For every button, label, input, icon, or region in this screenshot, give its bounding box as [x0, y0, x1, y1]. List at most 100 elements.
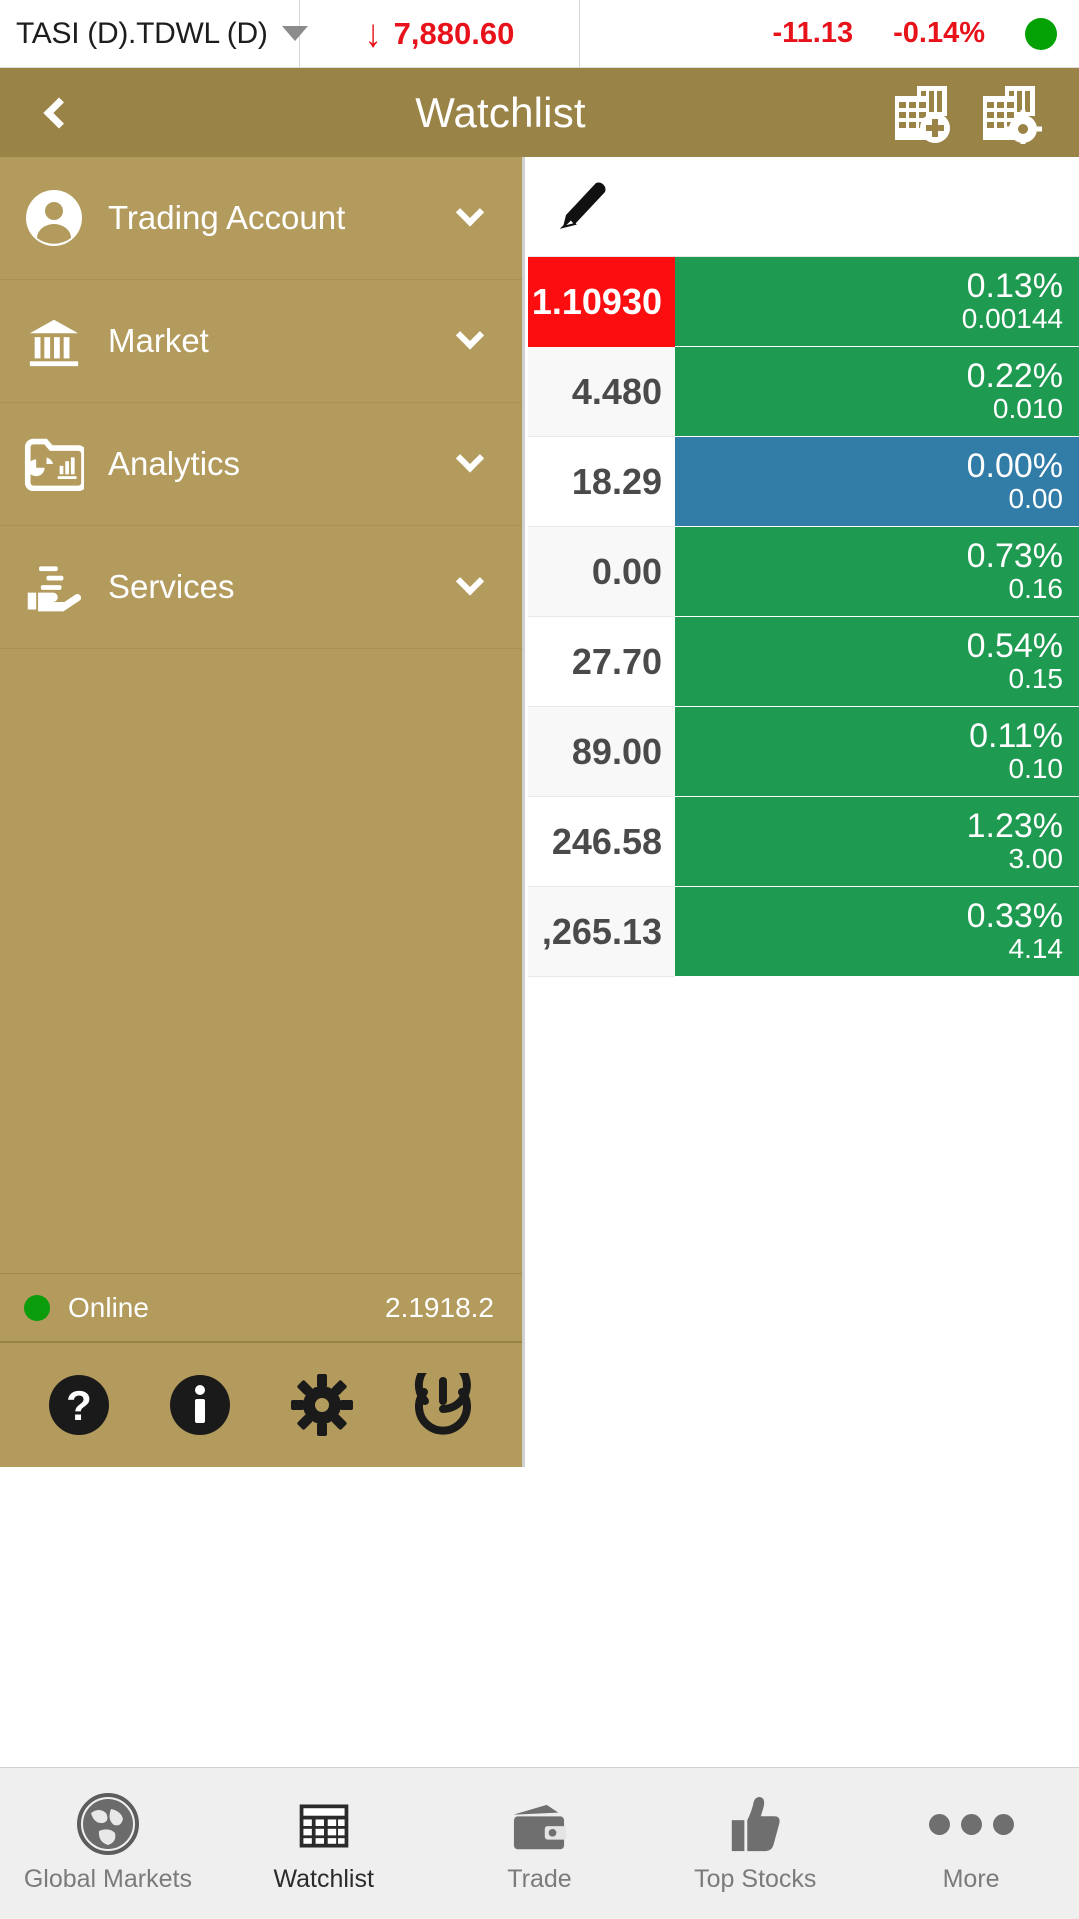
watchlist-settings-button[interactable] [979, 82, 1045, 148]
watchlist-toolbar [528, 157, 1079, 257]
row-change-percent: 0.73% [966, 537, 1063, 576]
row-change-percent: 0.22% [966, 357, 1063, 396]
chevron-down-icon[interactable] [455, 444, 485, 473]
header-actions [891, 82, 1079, 148]
sidebar-item-label: Services [108, 568, 235, 605]
drawer-footer-toolbar: ? [0, 1343, 522, 1467]
page-title: Watchlist [415, 88, 586, 136]
page-header: Watchlist [0, 68, 1079, 157]
chevron-down-icon[interactable] [455, 321, 485, 350]
svg-text:?: ? [66, 1382, 92, 1429]
ticker-symbol-selector[interactable]: TASI (D).TDWL (D) [0, 0, 308, 68]
sidebar-item-label: Trading Account [108, 199, 346, 236]
row-price: 246.58 [528, 797, 675, 887]
row-change-percent: 0.33% [966, 897, 1063, 936]
row-change-percent: 0.00% [966, 447, 1063, 486]
watchlist-table-pane: 1.10930 0.13% 0.00144 4.480 0.22% 0.010 … [528, 157, 1079, 1467]
online-status-label: Online [68, 1291, 149, 1323]
row-change-percent: 0.54% [966, 627, 1063, 666]
dot [960, 1813, 982, 1835]
app-version-label: 2.1918.2 [385, 1291, 494, 1323]
back-button[interactable] [0, 68, 110, 157]
row-price: 89.00 [528, 707, 675, 797]
table-row[interactable]: 246.58 1.23% 3.00 [528, 797, 1079, 887]
connection-status-bar: Online 2.1918.2 [0, 1273, 522, 1343]
sidebar-item-services[interactable]: Services [0, 526, 522, 649]
watchlist-rows: 1.10930 0.13% 0.00144 4.480 0.22% 0.010 … [528, 257, 1079, 977]
row-price: 4.480 [528, 347, 675, 437]
tab-label: More [942, 1865, 1000, 1893]
table-row[interactable]: 89.00 0.11% 0.10 [528, 707, 1079, 797]
edit-pencil-icon[interactable] [552, 179, 608, 235]
row-change-value: 0.15 [1008, 663, 1064, 695]
table-row[interactable]: 0.00 0.73% 0.16 [528, 527, 1079, 617]
bank-icon [0, 312, 108, 370]
row-change-value: 0.010 [992, 393, 1063, 425]
tab-trade[interactable]: Trade [432, 1768, 648, 1919]
index-ticker-bar: TASI (D).TDWL (D) ↓ 7,880.60 -11.13 -0.1… [0, 0, 1079, 68]
dot [928, 1813, 950, 1835]
row-change-value: 0.00144 [961, 303, 1063, 335]
tab-more[interactable]: More [863, 1768, 1079, 1919]
add-watchlist-button[interactable] [891, 82, 957, 144]
wallet-icon [508, 1793, 570, 1855]
table-row[interactable]: ,265.13 0.33% 4.14 [528, 887, 1079, 977]
row-change-cell: 0.00% 0.00 [675, 437, 1079, 527]
row-price: 18.29 [528, 437, 675, 527]
market-status-dot-icon [1025, 17, 1057, 50]
table-row[interactable]: 1.10930 0.13% 0.00144 [528, 257, 1079, 347]
table-row[interactable]: 18.29 0.00% 0.00 [528, 437, 1079, 527]
grid-table-icon [295, 1793, 353, 1855]
row-change-value: 0.16 [1008, 573, 1064, 605]
row-price: 27.70 [528, 617, 675, 707]
chevron-left-icon [43, 96, 75, 129]
globe-icon [76, 1793, 139, 1855]
bottom-tab-bar: Global Markets Watchlist Trade Top Stock… [0, 1767, 1079, 1919]
tab-global-markets[interactable]: Global Markets [0, 1768, 216, 1919]
row-change-value: 0.00 [1008, 483, 1064, 515]
ticker-change-cell: -11.13 -0.14% [580, 0, 1079, 68]
logout-power-button[interactable] [408, 1370, 478, 1440]
row-change-cell: 0.54% 0.15 [675, 617, 1079, 707]
ticker-last-price: 7,880.60 [393, 15, 515, 51]
table-row[interactable]: 27.70 0.54% 0.15 [528, 617, 1079, 707]
tab-watchlist[interactable]: Watchlist [216, 1768, 432, 1919]
row-change-cell: 0.33% 4.14 [675, 887, 1079, 977]
tab-label: Watchlist [273, 1865, 374, 1893]
row-change-value: 4.14 [1008, 933, 1064, 965]
row-price: 0.00 [528, 527, 675, 617]
hand-service-icon [0, 560, 108, 614]
sidebar-item-market[interactable]: Market [0, 280, 522, 403]
ticker-last-price-cell[interactable]: ↓ 7,880.60 [300, 0, 580, 68]
sidebar-item-label: Market [108, 322, 209, 359]
ticker-change-value: -11.13 [772, 17, 854, 49]
online-status-dot-icon [24, 1294, 50, 1321]
thumbs-up-icon [726, 1793, 784, 1855]
row-price: 1.10930 [528, 257, 675, 347]
row-change-cell: 0.13% 0.00144 [675, 257, 1079, 347]
table-row[interactable]: 4.480 0.22% 0.010 [528, 347, 1079, 437]
ticker-symbol-label: TASI (D).TDWL (D) [16, 16, 268, 50]
tab-label: Trade [507, 1865, 572, 1893]
row-change-cell: 0.73% 0.16 [675, 527, 1079, 617]
tab-top-stocks[interactable]: Top Stocks [647, 1768, 863, 1919]
app-root: TASI (D).TDWL (D) ↓ 7,880.60 -11.13 -0.1… [0, 0, 1079, 1919]
help-button[interactable]: ? [44, 1370, 114, 1440]
dot [992, 1813, 1014, 1835]
sidebar-item-trading-account[interactable]: Trading Account [0, 157, 522, 280]
arrow-down-icon: ↓ [364, 11, 382, 56]
drawer-menu-list: Trading Account Market Analytics Service… [0, 157, 522, 649]
tab-label: Global Markets [23, 1865, 192, 1893]
row-change-cell: 0.11% 0.10 [675, 707, 1079, 797]
tab-label: Top Stocks [694, 1865, 817, 1893]
folder-chart-icon [0, 437, 108, 491]
chevron-down-icon[interactable] [455, 567, 485, 596]
sidebar-item-analytics[interactable]: Analytics [0, 403, 522, 526]
info-button[interactable] [165, 1370, 235, 1440]
settings-button[interactable] [287, 1370, 357, 1440]
chevron-down-icon[interactable] [455, 198, 485, 227]
drawer-filler [0, 649, 522, 1273]
row-change-cell: 1.23% 3.00 [675, 797, 1079, 887]
row-change-percent: 0.11% [969, 717, 1063, 756]
ticker-change-percent: -0.14% [893, 17, 985, 49]
